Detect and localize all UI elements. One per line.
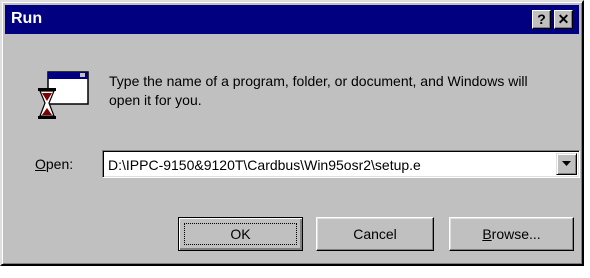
open-label: Open:	[35, 156, 73, 172]
cancel-button[interactable]: Cancel	[316, 217, 434, 251]
browse-button[interactable]: Browse...	[449, 217, 574, 251]
instruction-text: Type the name of a program, folder, or d…	[109, 73, 528, 108]
title-bar[interactable]: Run ? ✕	[5, 5, 579, 34]
run-dialog: Run ? ✕ Type the name of a program, fold…	[0, 0, 584, 266]
close-button[interactable]: ✕	[554, 10, 573, 29]
ok-label: OK	[230, 226, 251, 242]
browse-label: rowse...	[491, 226, 541, 242]
dropdown-button[interactable]	[556, 153, 577, 175]
browse-mnemonic: B	[482, 226, 492, 242]
open-label-rest: pen:	[45, 156, 74, 172]
help-button[interactable]: ?	[532, 10, 551, 29]
ok-button[interactable]: OK	[178, 217, 303, 251]
open-label-mnemonic: O	[35, 156, 46, 172]
help-icon: ?	[537, 11, 546, 27]
run-program-icon	[38, 71, 89, 119]
open-combobox[interactable]: D:\IPPC-9150&9120T\Cardbus\Win95osr2\set…	[102, 150, 580, 178]
chevron-down-icon	[562, 161, 571, 166]
cancel-label: Cancel	[353, 226, 397, 242]
open-input[interactable]: D:\IPPC-9150&9120T\Cardbus\Win95osr2\set…	[108, 156, 553, 174]
window-title: Run	[11, 10, 43, 27]
close-icon: ✕	[557, 11, 570, 27]
ok-button-focus: OK	[184, 223, 297, 245]
